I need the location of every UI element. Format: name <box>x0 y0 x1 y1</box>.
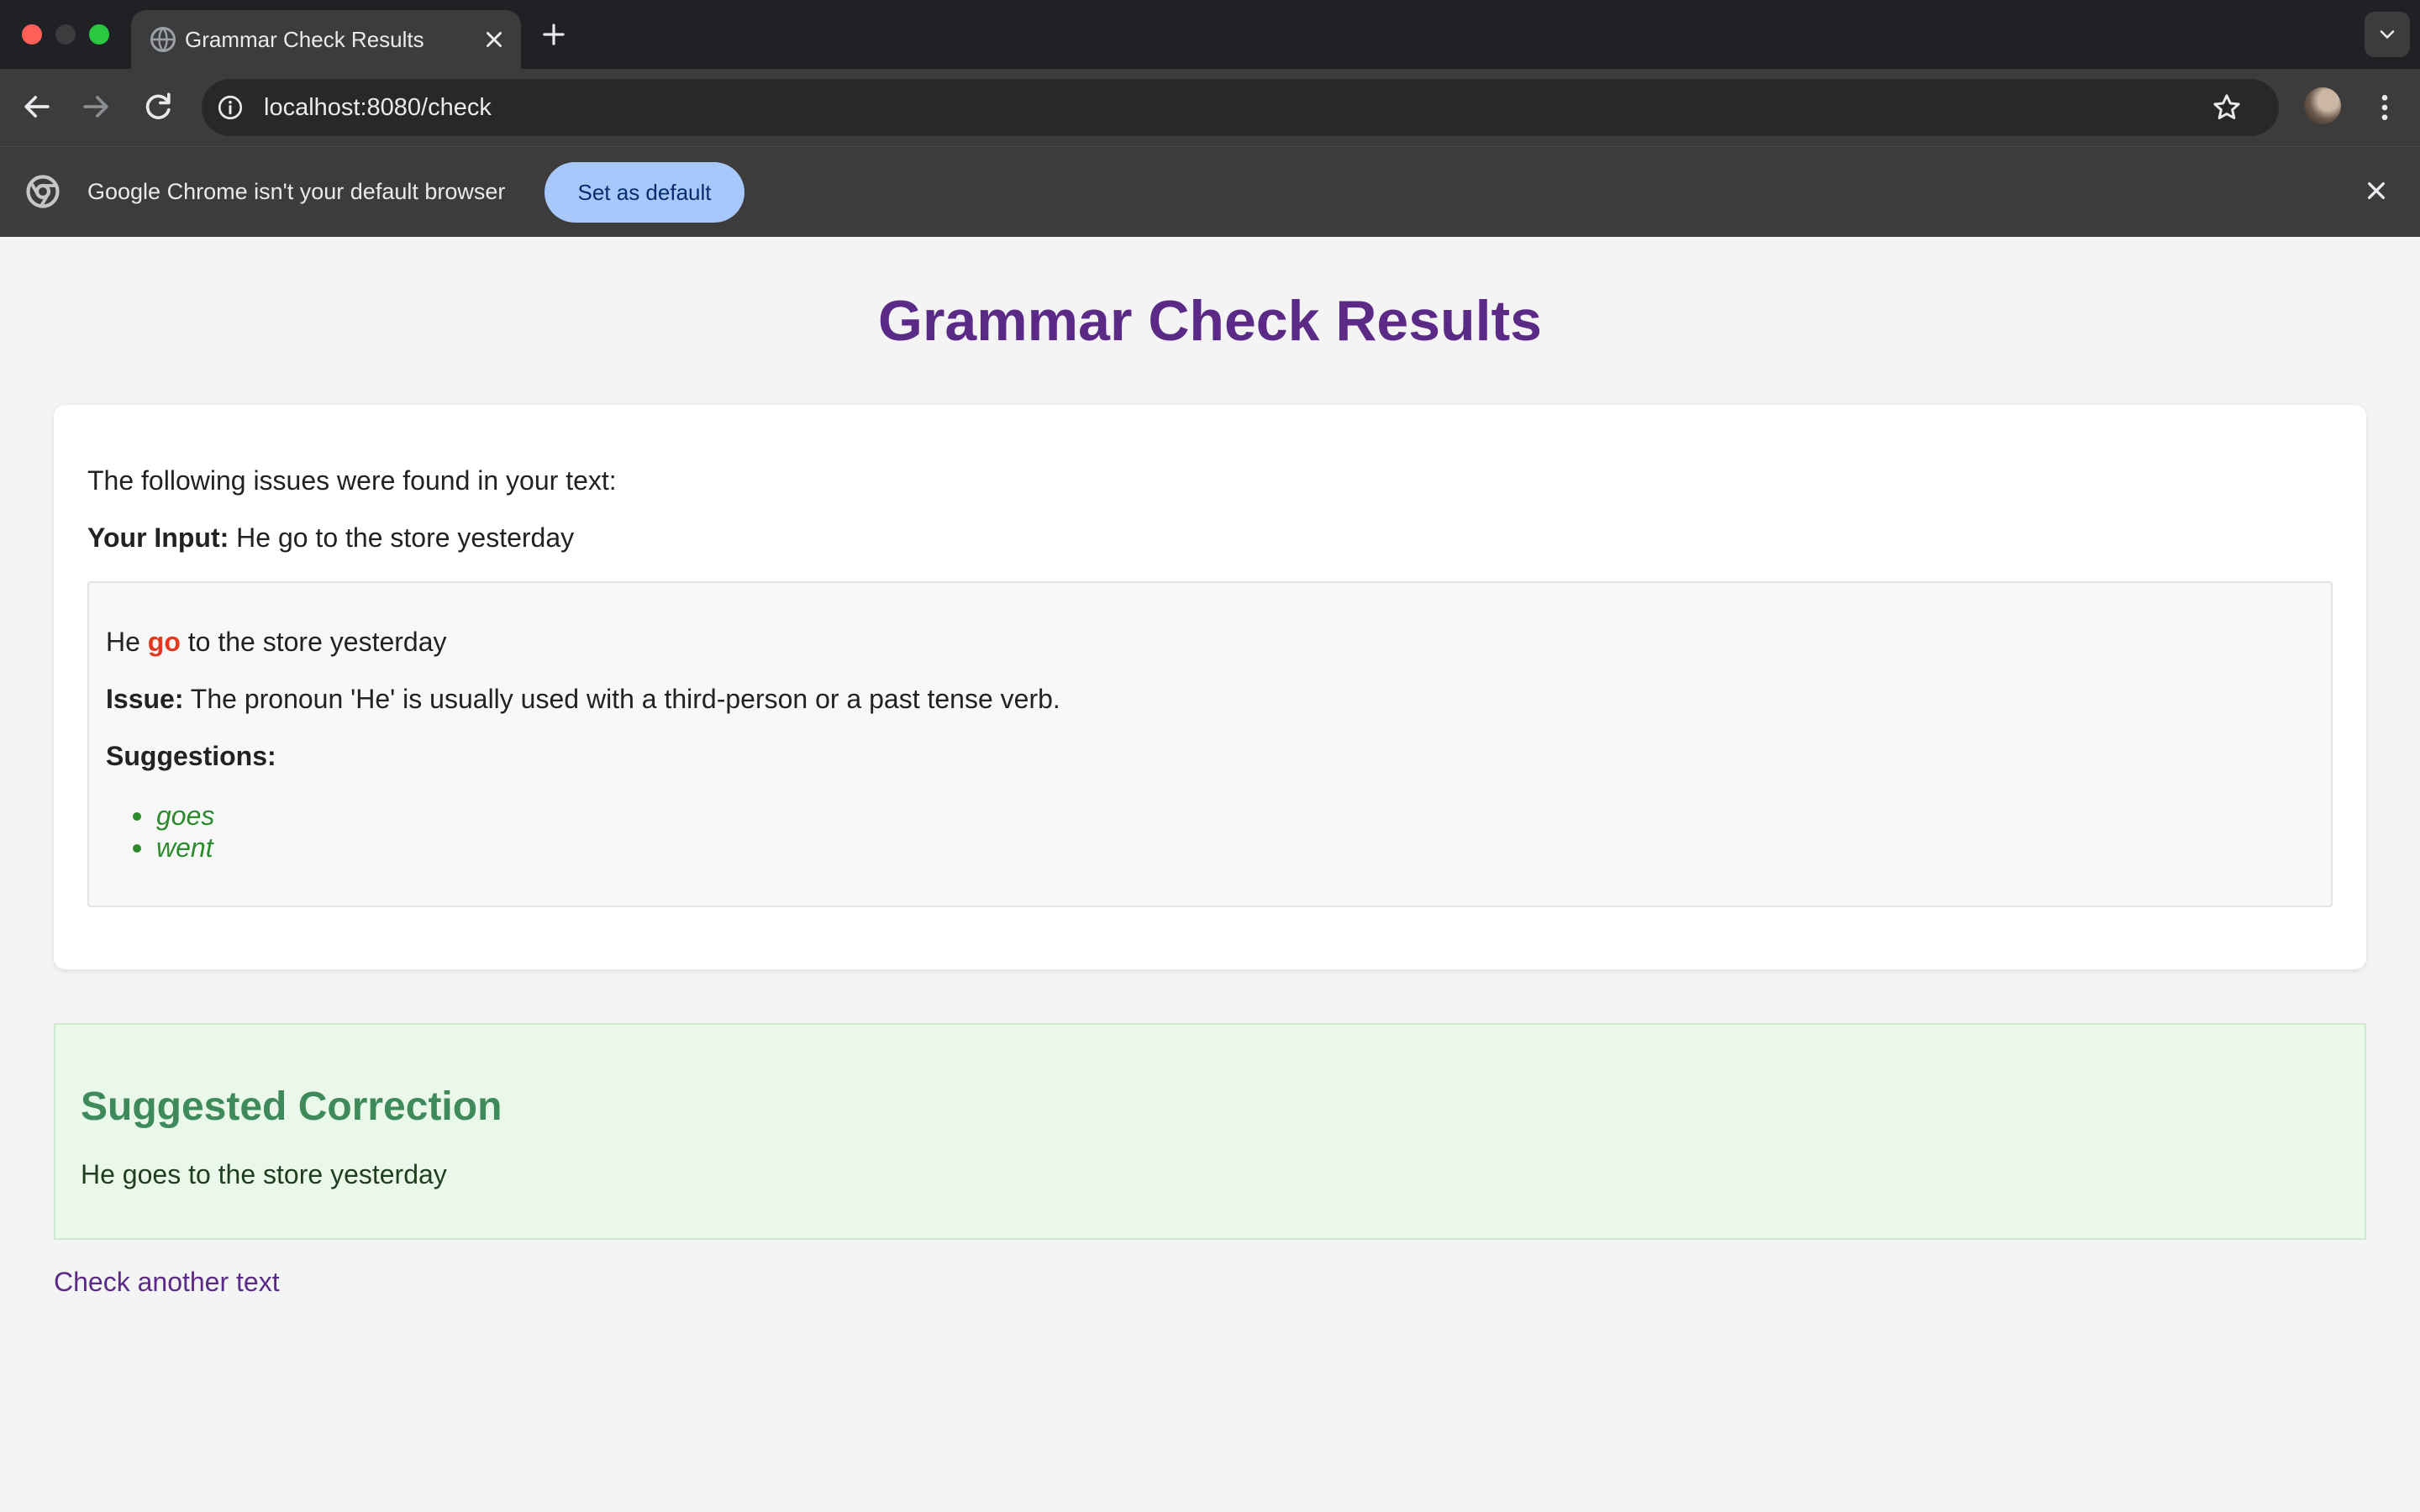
globe-icon <box>150 27 176 52</box>
window-zoom-button[interactable] <box>89 24 109 45</box>
suggestions-list: goes went <box>133 800 214 864</box>
star-icon[interactable] <box>2210 91 2244 124</box>
check-another-link[interactable]: Check another text <box>54 1265 280 1299</box>
infobar-message: Google Chrome isn't your default browser <box>87 179 506 204</box>
intro-text: The following issues were found in your … <box>87 465 617 496</box>
window-minimize-button[interactable] <box>55 24 76 45</box>
your-input-label: Your Input: <box>87 522 229 553</box>
correction-text: He goes to the store yesterday <box>81 1159 447 1189</box>
highlighted-sentence: He go to the store yesterday <box>106 625 447 659</box>
suggestions-label: Suggestions: <box>106 741 276 771</box>
tab-title: Grammar Check Results <box>185 27 424 52</box>
default-browser-infobar: Google Chrome isn't your default browser… <box>0 146 2420 237</box>
issue-label: Issue: <box>106 684 184 714</box>
arrow-left-icon[interactable] <box>18 88 55 125</box>
chevron-down-icon <box>2380 30 2395 39</box>
issue-text: The pronoun 'He' is usually used with a … <box>190 684 1060 714</box>
sentence-before: He <box>106 627 140 657</box>
page-content: Grammar Check Results The following issu… <box>0 237 2420 1512</box>
address-bar[interactable]: localhost:8080/check <box>202 79 2279 136</box>
suggestion-item: goes <box>133 800 214 832</box>
url-text: localhost:8080/check <box>264 94 492 121</box>
close-icon[interactable] <box>2360 174 2393 207</box>
correction-title: Suggested Correction <box>81 1084 502 1129</box>
info-icon[interactable] <box>215 92 245 123</box>
your-input-text: He go to the store yesterday <box>236 522 575 553</box>
suggested-correction-panel: Suggested Correction He goes to the stor… <box>54 1023 2366 1240</box>
tab-search-button[interactable] <box>2365 12 2410 57</box>
page-title: Grammar Check Results <box>878 289 1542 353</box>
issue-line: Issue: The pronoun 'He' is usually used … <box>106 682 1060 716</box>
set-as-default-button[interactable]: Set as default <box>544 162 744 223</box>
suggestion-item: went <box>133 832 214 864</box>
your-input-line: Your Input: He go to the store yesterday <box>87 521 574 554</box>
avatar[interactable] <box>2304 87 2341 124</box>
reload-icon[interactable] <box>139 88 176 125</box>
sentence-after: to the store yesterday <box>187 627 447 657</box>
tab-strip: Grammar Check Results <box>0 0 2420 69</box>
error-word: go <box>147 627 181 657</box>
tab-active[interactable]: Grammar Check Results <box>131 10 521 69</box>
window-close-button[interactable] <box>22 24 42 45</box>
arrow-right-icon[interactable] <box>77 88 114 125</box>
results-card: The following issues were found in your … <box>54 405 2366 969</box>
issue-box: He go to the store yesterday Issue: The … <box>87 581 2333 907</box>
plus-icon[interactable] <box>538 18 570 50</box>
more-vert-icon[interactable] <box>2368 89 2402 126</box>
chrome-logo-icon <box>26 175 60 208</box>
close-icon[interactable] <box>479 24 509 55</box>
browser-toolbar: localhost:8080/check <box>0 69 2420 146</box>
